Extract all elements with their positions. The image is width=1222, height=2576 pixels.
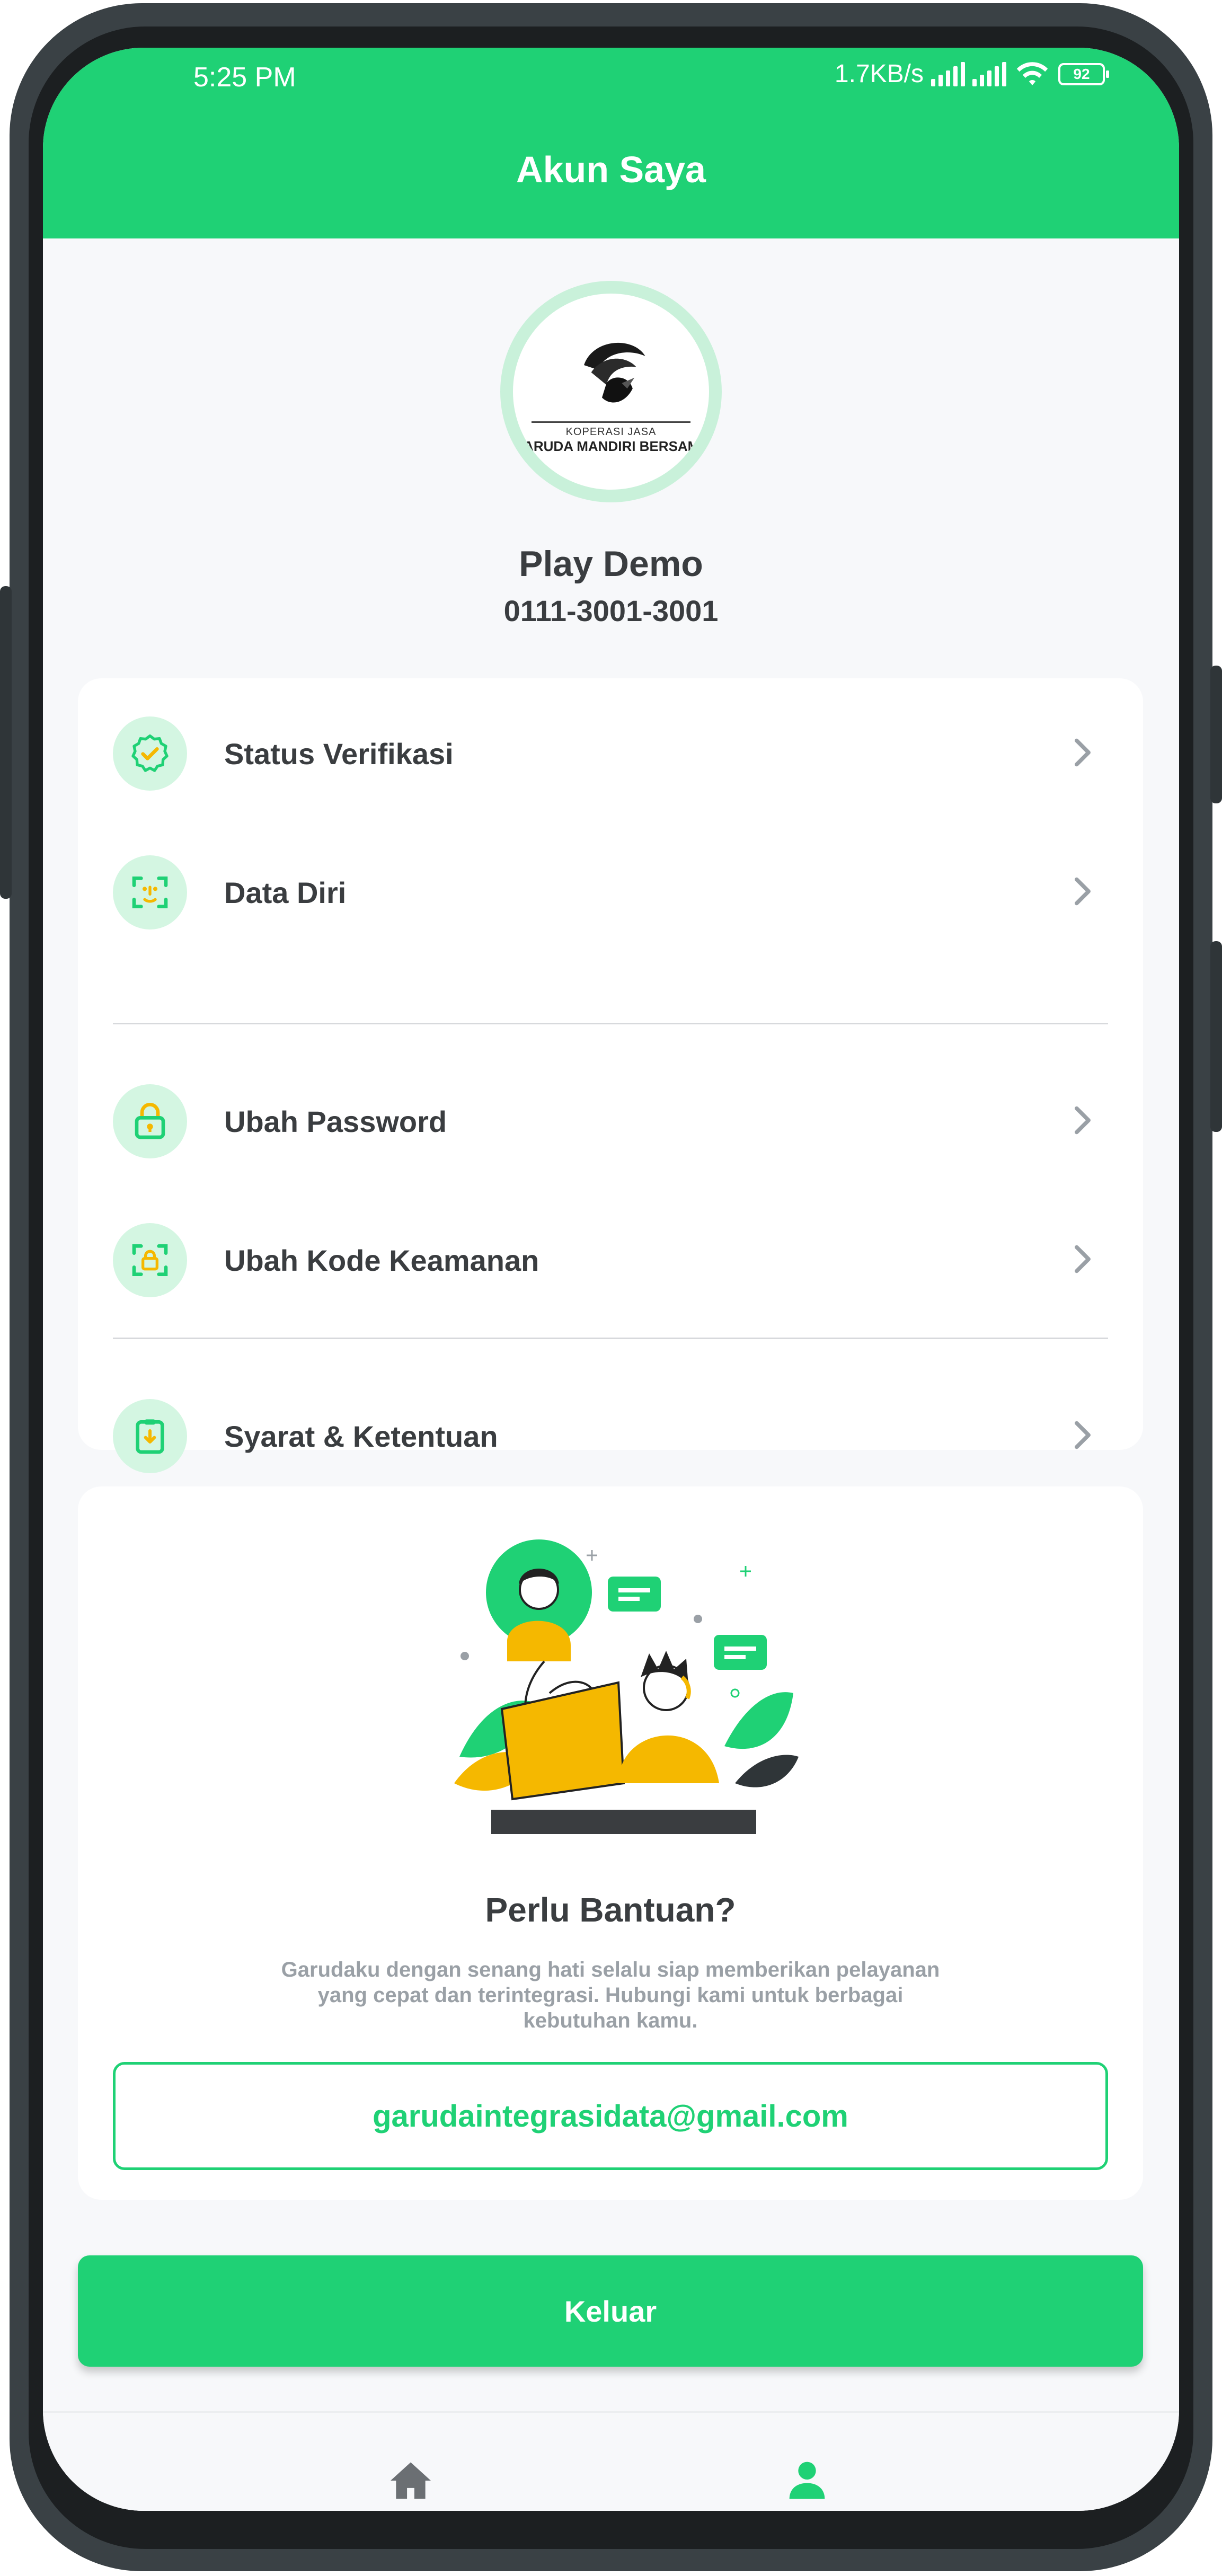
network-speed: 1.7KB/s (834, 60, 924, 88)
chevron-right-icon (1075, 1106, 1091, 1135)
bottom-navigation (43, 2411, 1179, 2511)
chevron-right-icon (1075, 877, 1091, 906)
lock-scan-icon (113, 1223, 187, 1297)
lock-icon (113, 1084, 187, 1158)
menu-item-status-verifikasi[interactable]: Status Verifikasi (78, 696, 1143, 802)
menu-item-label: Ubah Password (224, 1105, 447, 1138)
help-card: Perlu Bantuan? Garudaku dengan senang ha… (78, 1486, 1143, 2200)
page-title: Akun Saya (516, 149, 706, 190)
menu-item-syarat-ketentuan[interactable]: Syarat & Ketentuan (78, 1379, 1143, 1485)
battery-level: 92 (1073, 65, 1090, 82)
clipboard-download-icon (113, 1399, 187, 1473)
chevron-right-icon (1075, 1421, 1091, 1449)
face-scan-icon (113, 855, 187, 930)
menu-item-label: Syarat & Ketentuan (224, 1420, 498, 1453)
verified-badge-icon (113, 716, 187, 791)
menu-item-data-diri[interactable]: Data Diri (78, 835, 1143, 941)
help-description: Garudaku dengan senang hati selalu siap … (281, 1958, 940, 2032)
side-button (1210, 666, 1222, 803)
user-phone: 0111-3001-3001 (503, 594, 719, 627)
menu-item-ubah-kode-keamanan[interactable]: Ubah Kode Keamanan (78, 1203, 1143, 1309)
logo-text: KOPERASI JASA (565, 426, 657, 438)
logout-button[interactable]: Keluar (78, 2255, 1143, 2367)
status-time: 5:25 PM (193, 62, 296, 93)
menu-item-label: Data Diri (224, 876, 347, 909)
wifi-icon (1016, 61, 1048, 85)
logo-divider (532, 421, 690, 423)
menu-item-ubah-password[interactable]: Ubah Password (78, 1064, 1143, 1170)
app-screen: 5:25 PM 1.7KB/s 92 Akun Saya KOPERASI JA… (43, 48, 1179, 2511)
logo-text: GARUDA MANDIRI BERSAMA (513, 438, 709, 454)
customer-support-illustration (454, 1539, 799, 1834)
battery-icon: 92 (1058, 63, 1109, 85)
profile-icon[interactable] (786, 2458, 828, 2501)
menu-item-label: Status Verifikasi (224, 737, 454, 771)
settings-menu: Status Verifikasi Data Diri Ubah Passwor… (78, 678, 1143, 1473)
chevron-right-icon (1075, 1245, 1091, 1273)
side-button (1210, 941, 1222, 1132)
status-icons: 1.7KB/s 92 (834, 59, 1109, 88)
user-name: Play Demo (519, 544, 703, 584)
company-logo: KOPERASI JASA GARUDA MANDIRI BERSAMA (513, 294, 709, 490)
signal-icon (972, 61, 1006, 86)
contact-email-button[interactable]: garudaintegrasidata@gmail.com (113, 2062, 1108, 2170)
garuda-logo-icon (584, 342, 645, 402)
help-title: Perlu Bantuan? (485, 1891, 736, 1929)
menu-divider (113, 1338, 1108, 1339)
home-icon[interactable] (388, 2460, 433, 2501)
side-button (0, 586, 12, 899)
chevron-right-icon (1075, 738, 1091, 767)
avatar: KOPERASI JASA GARUDA MANDIRI BERSAMA (500, 281, 722, 502)
menu-item-label: Ubah Kode Keamanan (224, 1244, 539, 1277)
app-header: 5:25 PM 1.7KB/s 92 Akun Saya (43, 48, 1179, 238)
signal-icon (931, 61, 965, 86)
status-bar: 5:25 PM 1.7KB/s 92 (43, 48, 1179, 106)
menu-divider (113, 1023, 1108, 1024)
